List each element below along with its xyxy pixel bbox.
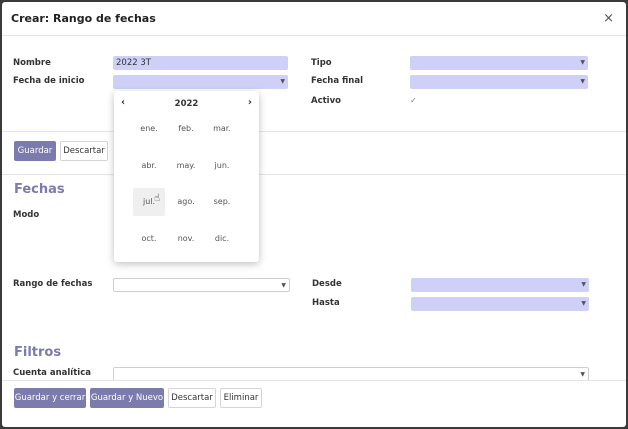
filtros-section-title: Filtros [14,345,62,360]
caret-down-icon: ▼ [280,78,285,85]
month-mar[interactable]: mar. [206,115,238,143]
guardar-button[interactable]: Guardar [14,141,56,161]
month-sep[interactable]: sep. [206,188,238,216]
descartar-button[interactable]: Descartar [60,141,108,161]
tipo-select[interactable]: ▼ [410,56,588,70]
month-jun[interactable]: jun. [206,152,238,180]
picker-year[interactable]: 2022 [114,99,259,109]
hand-pointer-icon: ☝ [154,193,161,204]
fecha-final-label: Fecha final [311,76,364,86]
close-icon[interactable]: × [603,11,614,26]
caret-down-icon: ▼ [281,282,286,289]
caret-down-icon: ▼ [580,59,585,66]
month-ago[interactable]: ago. [170,188,202,216]
month-dic[interactable]: dic. [206,225,238,253]
month-jul[interactable]: jul. [133,188,165,216]
descartar-footer-button[interactable]: Descartar [168,388,216,408]
month-nov[interactable]: nov. [170,225,202,253]
caret-down-icon: ▼ [581,281,586,288]
guardar-cerrar-button[interactable]: Guardar y cerrar [14,388,86,408]
month-oct[interactable]: oct. [133,225,165,253]
divider [2,131,626,132]
activo-label: Activo [311,96,341,106]
modo-label: Modo [13,210,40,220]
tipo-label: Tipo [311,58,332,68]
dialog-header: Crear: Rango de fechas × [2,2,626,36]
rango-fechas-select[interactable]: ▼ [113,278,290,292]
footer-divider [2,380,626,381]
rango-fechas-label: Rango de fechas [13,279,93,289]
fecha-final-field[interactable]: ▼ [410,75,588,89]
hasta-field[interactable]: ▼ [411,297,589,311]
hasta-label: Hasta [312,298,340,308]
caret-down-icon: ▼ [580,78,585,85]
dialog-title: Crear: Rango de fechas [11,12,156,25]
fecha-inicio-field[interactable]: ▼ [113,75,288,89]
eliminar-button[interactable]: Eliminar [220,388,262,408]
caret-down-icon: ▼ [581,300,586,307]
month-may[interactable]: may. [170,152,202,180]
month-feb[interactable]: feb. [170,115,202,143]
fecha-inicio-label: Fecha de inicio [13,76,85,86]
chevron-right-icon[interactable]: › [248,97,252,108]
cuenta-analitica-label: Cuenta analítica [13,368,91,378]
activo-checkbox[interactable]: ✓ [410,96,417,105]
desde-label: Desde [312,279,342,289]
divider [2,174,626,175]
month-ene[interactable]: ene. [133,115,165,143]
guardar-nuevo-button[interactable]: Guardar y Nuevo [90,388,164,408]
create-date-range-dialog: Crear: Rango de fechas × Nombre 2022 3T … [2,2,626,427]
nombre-field[interactable]: 2022 3T [113,56,288,70]
fechas-section-title: Fechas [14,182,65,197]
desde-field[interactable]: ▼ [411,278,589,292]
cuenta-analitica-select[interactable]: ▼ [113,367,589,381]
month-picker-popup: ‹ 2022 › ene. feb. mar. abr. may. jun. j… [114,91,259,262]
month-abr[interactable]: abr. [133,152,165,180]
nombre-label: Nombre [13,58,51,68]
